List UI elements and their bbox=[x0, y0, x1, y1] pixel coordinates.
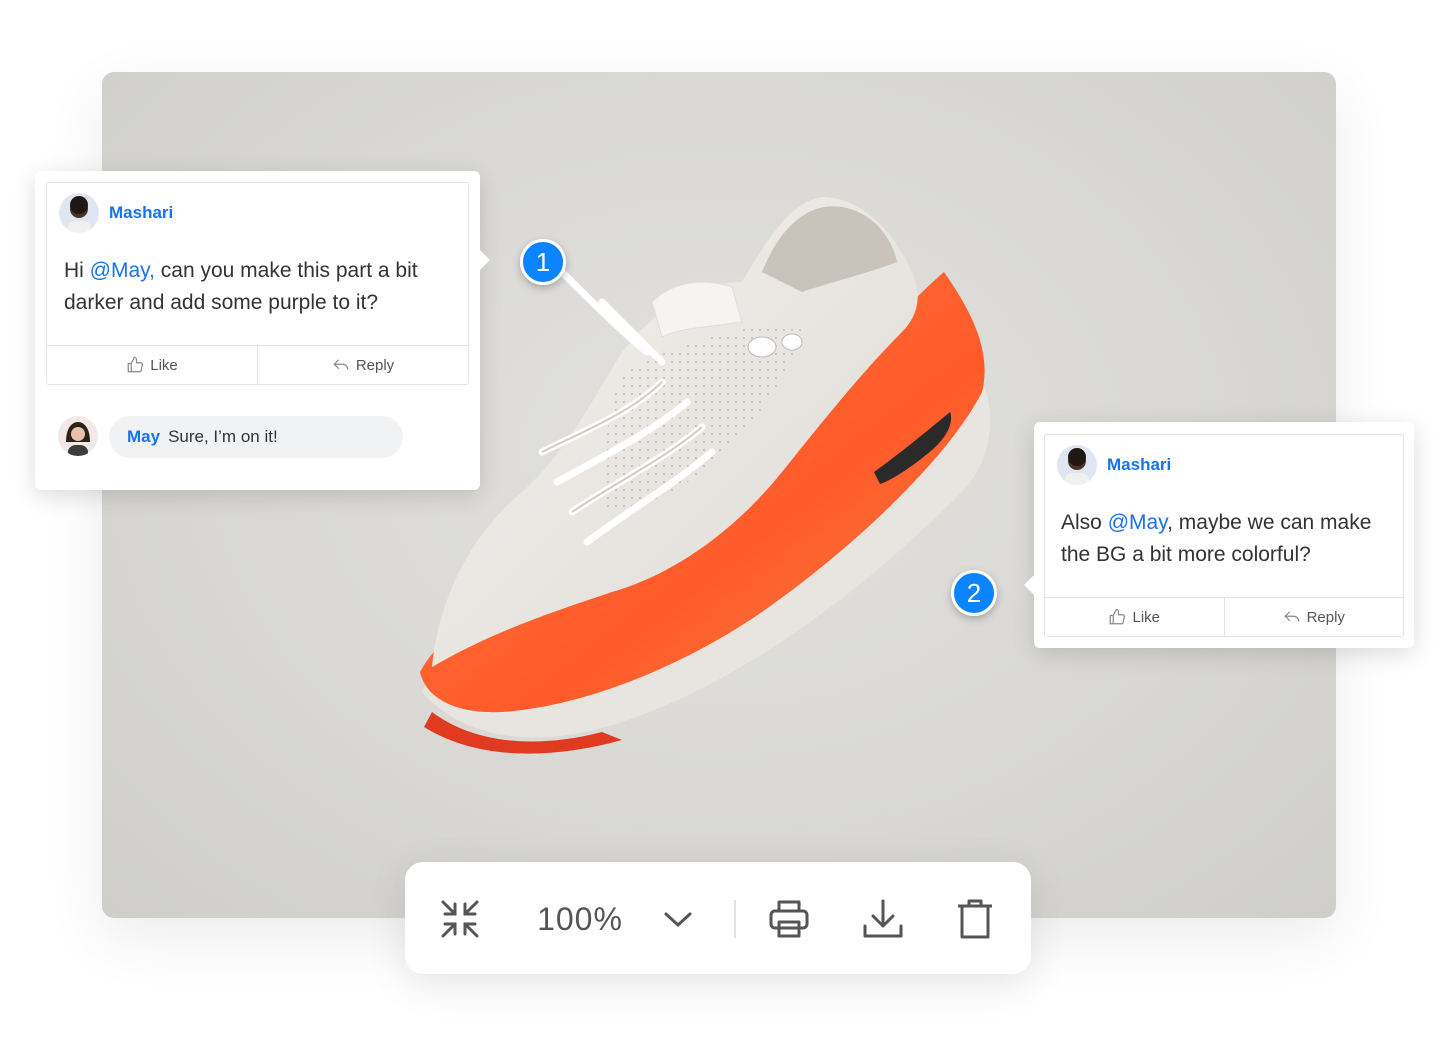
bottom-toolbar: 100% bbox=[405, 862, 1031, 974]
comment-header: Mashari bbox=[59, 193, 173, 233]
zoom-dropdown[interactable] bbox=[653, 894, 703, 944]
comment-author[interactable]: Mashari bbox=[109, 203, 173, 223]
download-icon bbox=[863, 899, 903, 938]
chevron-down-icon bbox=[664, 912, 692, 928]
reply-label: Reply bbox=[355, 356, 395, 374]
like-button[interactable]: Like bbox=[47, 346, 257, 384]
reply-text: Sure, I’m on it! bbox=[168, 427, 278, 446]
comment-actions: Like Reply bbox=[1045, 597, 1403, 636]
avatar bbox=[58, 416, 98, 456]
card-pointer bbox=[479, 249, 490, 271]
thumbs-up-icon bbox=[127, 356, 144, 373]
reply-bubble: May Sure, I’m on it! bbox=[109, 416, 403, 458]
like-button[interactable]: Like bbox=[1045, 598, 1224, 636]
comment-text: Hi @May, can you make this part a bit da… bbox=[64, 255, 459, 319]
reply-icon bbox=[1283, 611, 1299, 622]
text-part: Hi bbox=[64, 259, 90, 282]
mention-link[interactable]: @May, bbox=[90, 259, 155, 282]
download-button[interactable] bbox=[857, 894, 909, 944]
comment-thread: Mashari Also @May, maybe we can make the… bbox=[1044, 434, 1404, 637]
reply-author[interactable]: May bbox=[127, 427, 160, 447]
toolbar-divider bbox=[734, 900, 736, 938]
print-button[interactable] bbox=[763, 894, 815, 944]
comment-text: Also @May, maybe we can make the BG a bi… bbox=[1061, 507, 1395, 571]
comment-card-2: Mashari Also @May, maybe we can make the… bbox=[1024, 422, 1414, 648]
collapse-icon bbox=[441, 900, 479, 938]
comment-pin-2[interactable]: 2 bbox=[951, 570, 997, 616]
print-icon bbox=[769, 900, 809, 938]
comment-author[interactable]: Mashari bbox=[1107, 455, 1171, 475]
comment-pin-1[interactable]: 1 bbox=[520, 239, 566, 285]
reply-button[interactable]: Reply bbox=[257, 346, 468, 384]
like-label: Like bbox=[150, 356, 178, 374]
thumbs-up-icon bbox=[1110, 608, 1126, 625]
exit-fullscreen-button[interactable] bbox=[435, 894, 485, 944]
comment-header: Mashari bbox=[1057, 445, 1171, 485]
like-label: Like bbox=[1132, 608, 1161, 626]
pin-number: 1 bbox=[535, 246, 551, 277]
zoom-level: 100% bbox=[537, 900, 623, 937]
reply-label: Reply bbox=[1306, 608, 1345, 626]
mention-link[interactable]: @May bbox=[1108, 511, 1167, 534]
reply-button[interactable]: Reply bbox=[1223, 598, 1404, 636]
avatar bbox=[59, 193, 99, 233]
comment-actions: Like Reply bbox=[47, 345, 468, 384]
trash-icon bbox=[958, 899, 992, 939]
comment-thread: Mashari Hi @May, can you make this part … bbox=[46, 182, 469, 385]
delete-button[interactable] bbox=[949, 894, 1001, 944]
text-part: Also bbox=[1061, 511, 1108, 534]
comment-card-1: Mashari Hi @May, can you make this part … bbox=[35, 171, 490, 490]
avatar bbox=[1057, 445, 1097, 485]
card-pointer bbox=[1024, 574, 1035, 596]
pin-number: 2 bbox=[966, 577, 982, 608]
reply-icon bbox=[333, 359, 349, 370]
